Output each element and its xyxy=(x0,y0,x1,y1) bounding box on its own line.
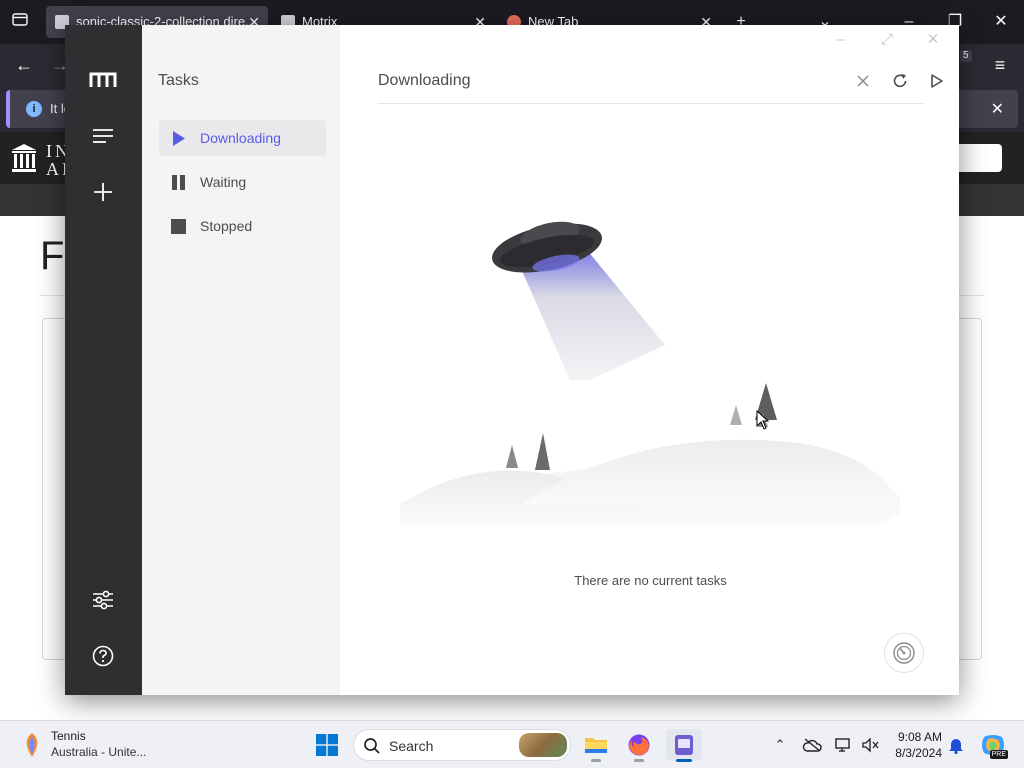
close-window-icon[interactable]: ✕ xyxy=(918,29,948,51)
windows-taskbar: Tennis Australia - Unite... Search ⌃ 9:0… xyxy=(0,720,1024,768)
firefox-icon xyxy=(628,734,650,756)
taskbar-search-input[interactable]: Search xyxy=(353,729,571,761)
show-hidden-icons-chevron-icon[interactable]: ⌃ xyxy=(770,735,790,755)
widget-title[interactable]: Tennis xyxy=(51,729,86,743)
ufo-empty-illustration xyxy=(400,221,900,525)
system-clock[interactable]: 9:08 AM 8/3/2024 xyxy=(895,729,942,761)
close-notification-icon[interactable]: ✕ xyxy=(991,99,1004,119)
back-icon[interactable]: ← xyxy=(10,52,38,78)
sidebar-item-label: Waiting xyxy=(200,174,247,190)
tab-list-icon[interactable] xyxy=(0,0,40,44)
badge-count: 5 xyxy=(960,50,972,62)
clear-icon[interactable] xyxy=(851,69,875,93)
copilot-pre-badge: PRE xyxy=(989,750,1008,759)
sidebar-item-downloading[interactable]: Downloading xyxy=(159,120,326,156)
sidebar-item-waiting[interactable]: Waiting xyxy=(159,164,326,200)
pause-icon xyxy=(172,175,185,190)
play-icon xyxy=(173,131,185,146)
page-heading: F xyxy=(40,234,65,278)
speedometer-icon xyxy=(893,642,915,664)
menu-lines-icon[interactable] xyxy=(89,122,117,150)
empty-state-text: There are no current tasks xyxy=(574,573,727,588)
motrix-window: Tasks Downloading Waiting Stopped – ⤢ ✕ … xyxy=(65,25,959,695)
search-highlight-image xyxy=(519,733,567,757)
header-divider xyxy=(378,103,924,104)
notification-bell-icon[interactable] xyxy=(946,735,966,755)
menu-icon[interactable]: ≡ xyxy=(986,52,1014,78)
search-icon xyxy=(364,738,380,754)
onedrive-icon[interactable] xyxy=(802,735,822,755)
taskbar-motrix[interactable] xyxy=(666,729,702,762)
display-network-icon[interactable] xyxy=(834,735,854,755)
app-rail xyxy=(65,25,142,695)
volume-muted-icon[interactable] xyxy=(860,735,880,755)
stop-icon xyxy=(171,219,186,234)
clock-time: 9:08 AM xyxy=(897,730,942,744)
motrix-logo-icon[interactable] xyxy=(89,66,117,94)
task-main: – ⤢ ✕ Downloading There are no current t… xyxy=(340,25,959,695)
resume-all-icon[interactable] xyxy=(925,69,949,93)
search-placeholder: Search xyxy=(389,738,434,754)
preferences-sliders-icon[interactable] xyxy=(89,586,117,614)
help-icon[interactable] xyxy=(89,642,117,670)
sidebar-item-label: Downloading xyxy=(200,130,281,146)
sidebar-item-label: Stopped xyxy=(200,218,253,234)
taskbar-file-explorer[interactable] xyxy=(578,729,614,762)
refresh-icon[interactable] xyxy=(888,69,912,93)
close-window-icon[interactable]: ✕ xyxy=(978,0,1024,44)
info-icon: i xyxy=(26,101,42,117)
page-title: Downloading xyxy=(378,72,471,89)
folder-icon xyxy=(585,738,607,753)
maximize-icon[interactable]: ⤢ xyxy=(872,29,902,51)
motrix-app-icon xyxy=(675,735,693,755)
archive-logo-icon[interactable] xyxy=(10,142,38,174)
widget-subtitle[interactable]: Australia - Unite... xyxy=(51,745,146,759)
taskbar-firefox[interactable] xyxy=(621,729,657,762)
sidebar-item-stopped[interactable]: Stopped xyxy=(159,208,326,244)
tennis-widget-icon[interactable] xyxy=(20,732,44,758)
copilot-icon[interactable]: PRE xyxy=(980,733,1008,759)
active-indicator xyxy=(676,759,692,762)
running-indicator xyxy=(591,759,601,762)
running-indicator xyxy=(634,759,644,762)
task-sidebar: Tasks Downloading Waiting Stopped xyxy=(142,25,340,695)
speedometer-button[interactable] xyxy=(884,633,924,673)
add-task-icon[interactable] xyxy=(89,178,117,206)
windows-start-icon[interactable] xyxy=(316,734,338,756)
sidebar-title: Tasks xyxy=(158,72,199,89)
clock-date: 8/3/2024 xyxy=(895,746,942,760)
minimize-icon[interactable]: – xyxy=(826,29,856,51)
mouse-cursor-icon xyxy=(756,410,770,430)
